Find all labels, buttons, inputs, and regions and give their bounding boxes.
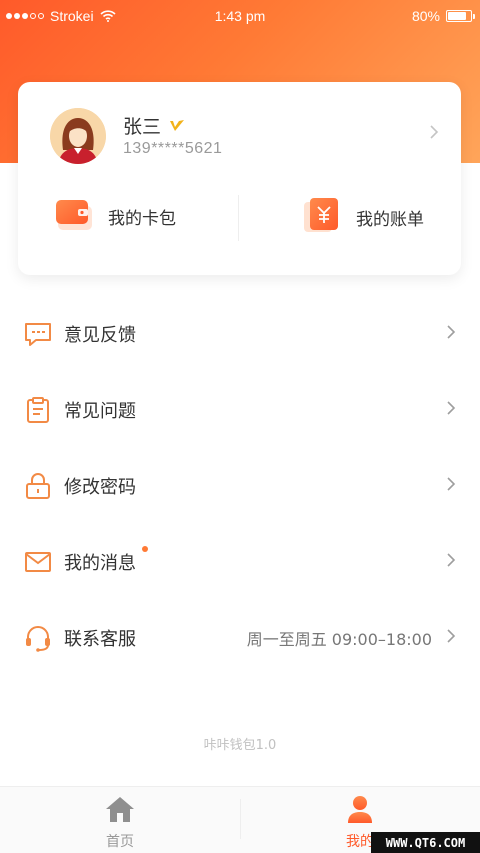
- status-right: 80%: [411, 8, 475, 24]
- menu-item-faq[interactable]: 常见问题: [0, 372, 480, 448]
- home-icon: [105, 795, 135, 827]
- menu-item-feedback[interactable]: 意见反馈: [0, 296, 480, 372]
- mail-icon: [24, 548, 52, 576]
- feedback-icon: [24, 320, 52, 348]
- chevron-right-icon: [446, 628, 456, 648]
- my-bill-button[interactable]: 我的账单: [302, 196, 424, 239]
- v-badge-icon: [169, 119, 185, 133]
- avatar-illustration: [50, 108, 106, 164]
- menu-item-label-text: 我的消息: [64, 553, 136, 574]
- tab-home[interactable]: 首页: [0, 787, 240, 853]
- service-hours: 周一至周五 09:00–18:00: [246, 630, 432, 649]
- user-name-row: 张三: [123, 112, 185, 139]
- user-phone: 139*****5621: [123, 140, 223, 157]
- menu-item-label: 意见反馈: [64, 325, 136, 346]
- battery-fill: [448, 12, 466, 20]
- my-card-wallet-label: 我的卡包: [108, 209, 176, 229]
- menu-item-label: 常见问题: [64, 401, 136, 422]
- my-bill-label: 我的账单: [356, 210, 424, 230]
- lock-icon: [24, 472, 52, 500]
- wallet-icon: [54, 196, 94, 237]
- app-version: 咔咔钱包1.0: [203, 738, 277, 753]
- user-icon: [346, 795, 374, 827]
- avatar[interactable]: [50, 108, 106, 164]
- menu-item-change-password[interactable]: 修改密码: [0, 448, 480, 524]
- menu-item-label: 修改密码: [64, 477, 136, 498]
- battery-icon: [446, 10, 475, 22]
- menu-item-my-messages[interactable]: 我的消息: [0, 524, 480, 600]
- tab-label: 我的: [346, 834, 374, 850]
- watermark: WWW.QT6.COM: [371, 832, 480, 853]
- my-card-wallet-button[interactable]: 我的卡包: [54, 196, 176, 237]
- bill-icon: [302, 196, 342, 239]
- menu-item-label: 联系客服: [64, 629, 136, 650]
- unread-badge: [142, 546, 148, 552]
- menu-item-customer-service[interactable]: 联系客服 周一至周五 09:00–18:00: [0, 600, 480, 676]
- card-divider: [238, 195, 239, 241]
- clipboard-icon: [24, 396, 52, 424]
- chevron-right-icon: [446, 400, 456, 420]
- menu-item-label: 我的消息: [64, 546, 148, 575]
- chevron-right-icon: [446, 552, 456, 572]
- chevron-right-icon: [446, 324, 456, 344]
- profile-card[interactable]: 张三 139*****5621 我的卡包 我的账单: [18, 82, 461, 275]
- profile-chevron-right-icon[interactable]: [429, 124, 439, 144]
- status-bar: Strokei 1:43 pm 80%: [0, 0, 480, 32]
- tab-label: 首页: [106, 834, 134, 850]
- chevron-right-icon: [446, 476, 456, 496]
- settings-menu: 意见反馈 常见问题 修改密码 我的消息 联系客服 周一至周五 09:00–18:…: [0, 296, 480, 676]
- headset-icon: [24, 624, 52, 652]
- status-time: 1:43 pm: [214, 8, 266, 24]
- battery-percent: 80%: [411, 8, 440, 24]
- user-name: 张三: [123, 116, 162, 138]
